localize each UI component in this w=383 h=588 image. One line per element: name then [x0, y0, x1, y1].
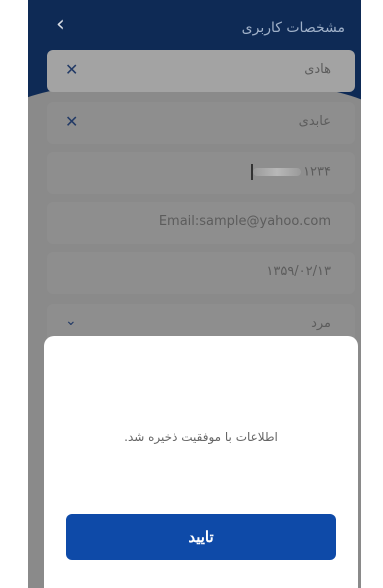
gender-value: مرد — [311, 316, 331, 331]
national-id-visible: ۱۲۳۴ — [303, 164, 331, 180]
confirm-button[interactable]: تایید — [66, 514, 336, 560]
frame-right — [361, 0, 383, 588]
chevron-left-icon[interactable]: ‹ — [56, 14, 78, 36]
last-name-value: عابدی — [298, 114, 331, 129]
screen: ‹ مشخصات کاربری هادی ✕ عابدی ✕ ۱۲۳۴ Emai… — [0, 0, 383, 588]
close-icon[interactable]: ✕ — [65, 60, 78, 79]
success-dialog: اطلاعات با موفقیت ذخیره شد. تایید — [44, 336, 358, 588]
birth-date-value: ۱۳۵۹/۰۲/۱۳ — [266, 264, 331, 279]
first-name-field[interactable]: هادی ✕ — [47, 50, 355, 92]
page-title: مشخصات کاربری — [241, 20, 345, 36]
dialog-message: اطلاعات با موفقیت ذخیره شد. — [124, 430, 278, 444]
national-id-field[interactable]: ۱۲۳۴ — [47, 152, 355, 194]
chevron-down-icon: ⌄ — [65, 313, 77, 329]
last-name-field[interactable]: عابدی ✕ — [47, 102, 355, 144]
frame-left — [0, 0, 28, 588]
first-name-value: هادی — [304, 62, 331, 77]
email-field[interactable]: Email:sample@yahoo.com — [47, 202, 355, 244]
national-id-value: ۱۲۳۴ — [249, 164, 331, 180]
redacted-blur — [253, 168, 302, 176]
birth-date-field[interactable]: ۱۳۵۹/۰۲/۱۳ — [47, 252, 355, 294]
email-value: Email:sample@yahoo.com — [158, 214, 331, 229]
close-icon[interactable]: ✕ — [65, 112, 78, 131]
